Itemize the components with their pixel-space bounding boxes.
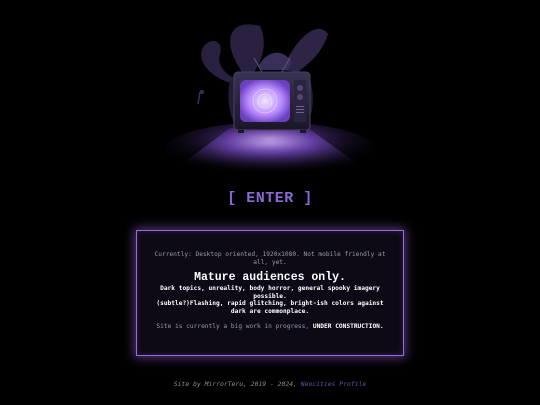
construction-prefix: Site is currently a big work in progress… (156, 322, 313, 330)
mature-audiences-heading: Mature audiences only. (194, 271, 346, 285)
site-footer: Site by MirrorTeru, 2019 - 2024, Neociti… (0, 380, 540, 388)
content-warning-line-2: (subtle?)Flashing, rapid glitching, brig… (156, 300, 384, 315)
enter-button[interactable]: [ ENTER ] (0, 190, 540, 207)
hero-illustration (150, 0, 390, 190)
neocities-profile-link[interactable]: Neocities Profile (301, 380, 366, 388)
crt-tv-creature-icon (160, 24, 380, 180)
construction-note: Site is currently a big work in progress… (149, 323, 391, 331)
content-warning-line-1: Dark topics, unreality, body horror, gen… (160, 285, 380, 300)
desktop-note: Currently: Desktop oriented, 1920x1080. … (154, 251, 386, 266)
content-warning-panel: Currently: Desktop oriented, 1920x1080. … (136, 230, 404, 356)
construction-emphasis: UNDER CONSTRUCTION. (312, 322, 384, 330)
footer-credit: Site by MirrorTeru, 2019 - 2024, (173, 380, 301, 388)
